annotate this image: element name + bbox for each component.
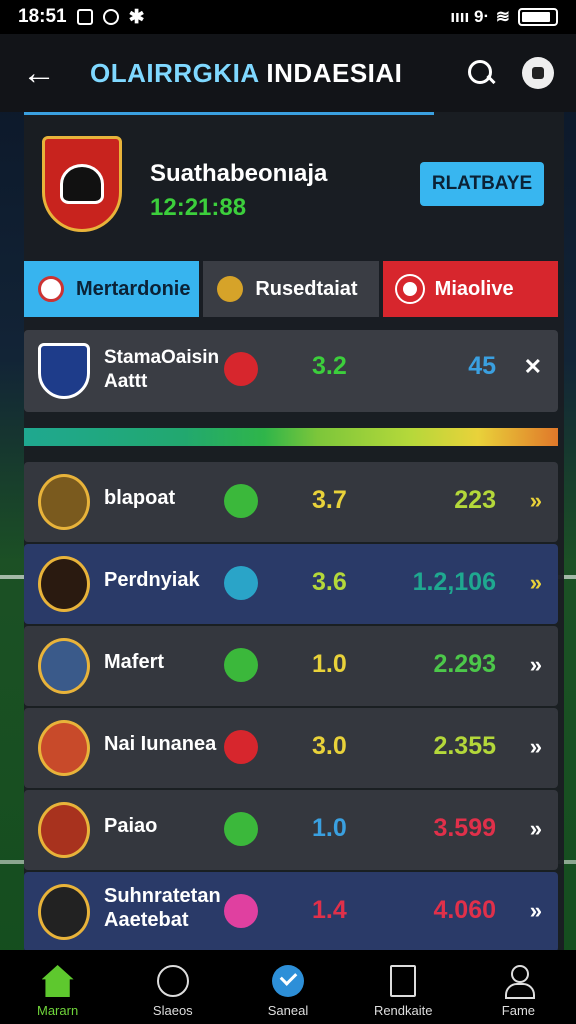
row-name: Perdnyiak <box>104 569 200 591</box>
match-time: 12:21:88 <box>150 194 247 221</box>
status-dot-icon <box>224 812 258 846</box>
status-time: 18:51 <box>18 6 67 27</box>
row-score: 1.0 <box>312 650 347 678</box>
tab-rusedtaiat[interactable]: Rusedtaiat <box>203 261 379 317</box>
row-name: Mafert <box>104 651 165 673</box>
panel-accent-line <box>24 112 434 115</box>
row-score: 1.0 <box>312 814 347 842</box>
status-dot-icon <box>224 566 258 600</box>
row-name: Nai Iunanea <box>104 733 217 755</box>
club-logo-icon <box>38 884 90 940</box>
tab-miaolive[interactable]: Miaolive <box>382 261 558 317</box>
close-icon[interactable]: ✕ <box>524 354 542 380</box>
club-logo-icon <box>38 720 90 776</box>
wifi-icon: ≋ <box>495 7 510 26</box>
club-logo-icon <box>38 802 90 858</box>
list-item[interactable]: Suhnratetan Aaetebat 1.4 4.060 » <box>24 872 558 952</box>
row-value: 3.599 <box>433 814 496 842</box>
row-score: 3.6 <box>312 568 347 596</box>
chevron-right-icon[interactable]: » <box>530 652 542 678</box>
nav-item-rendkaite[interactable]: Rendkaite <box>346 950 461 1024</box>
person-icon <box>502 965 536 999</box>
garuda-emblem-icon <box>60 164 104 204</box>
team-name: Suathabeonıaja <box>150 160 328 187</box>
row-score: 1.4 <box>312 896 347 924</box>
row-value: 2.293 <box>433 650 496 678</box>
bottom-nav: Mararn Slaeos Saneal Rendkaite Fame <box>0 950 576 1024</box>
app-bar: ← OLAIRRGKIA INDAESIAI <box>0 34 576 112</box>
club-logo-icon <box>38 638 90 694</box>
main-panel: Suathabeonıaja 12:21:88 RLATBAYE Mertard… <box>24 112 564 952</box>
row-value: 4.060 <box>433 896 496 924</box>
play-button[interactable]: RLATBAYE <box>420 162 544 206</box>
status-dot-icon <box>224 484 258 518</box>
chevron-right-icon[interactable]: » <box>530 570 542 596</box>
chevron-right-icon[interactable]: » <box>530 488 542 514</box>
club-shield-icon <box>38 343 90 399</box>
status-dot-icon <box>224 352 258 386</box>
list-item[interactable]: Perdnyiak 3.6 1.2,106 » <box>24 544 558 624</box>
live-icon <box>396 276 423 302</box>
document-icon <box>390 965 417 997</box>
row-score: 3.7 <box>312 486 347 514</box>
row-value: 1.2,106 <box>412 568 496 596</box>
bluetooth-icon: ✱ <box>128 6 145 28</box>
chevron-right-icon[interactable]: » <box>530 898 542 924</box>
back-arrow-icon[interactable]: ← <box>22 55 58 91</box>
badge-icon <box>38 276 64 302</box>
status-dot-icon <box>224 730 258 764</box>
nav-item-saneal[interactable]: Saneal <box>230 950 345 1024</box>
featured-name: StamaOaisin Aattt <box>104 347 220 392</box>
home-icon <box>41 965 74 997</box>
club-logo-icon <box>38 474 90 530</box>
row-value: 223 <box>454 486 496 514</box>
rating-gradient-bar <box>24 428 558 446</box>
list-item[interactable]: blapoat 3.7 223 » <box>24 462 558 542</box>
status-dot-icon <box>224 648 258 682</box>
featured-row[interactable]: StamaOaisin Aattt 3.2 45 ✕ <box>24 330 558 412</box>
row-name: Paiao <box>104 815 158 837</box>
row-name: blapoat <box>104 487 176 509</box>
status-dot-icon <box>224 894 258 928</box>
settings-icon <box>102 9 119 25</box>
battery-icon <box>518 8 558 26</box>
row-name: Suhnratetan Aaetebat <box>104 885 221 931</box>
list-item[interactable]: Nai Iunanea 3.0 2.355 » <box>24 708 558 788</box>
match-header: Suathabeonıaja 12:21:88 RLATBAYE <box>38 136 550 246</box>
search-icon[interactable] <box>466 58 496 88</box>
nav-item-fame[interactable]: Fame <box>461 950 576 1024</box>
app-title: OLAIRRGKIA INDAESIAI <box>90 57 403 88</box>
nav-item-slaeos[interactable]: Slaeos <box>115 950 230 1024</box>
chevron-right-icon[interactable]: » <box>530 734 542 760</box>
team-crest <box>42 136 122 232</box>
football-icon[interactable] <box>522 57 554 89</box>
notification-icon <box>76 9 93 25</box>
whistle-icon <box>156 965 189 997</box>
tab-mertardonie[interactable]: Mertardonie <box>24 261 200 317</box>
nav-item-mararn[interactable]: Mararn <box>0 950 115 1024</box>
status-bar: 18:51 ✱ ıııı 9ᐧ ≋ <box>0 0 576 34</box>
list-item[interactable]: Mafert 1.0 2.293 » <box>24 626 558 706</box>
signal-text: ıııı 9ᐧ <box>450 7 488 26</box>
check-icon <box>272 965 304 997</box>
featured-value: 45 <box>468 352 496 380</box>
coin-icon <box>217 276 244 302</box>
row-value: 2.355 <box>433 732 496 760</box>
chevron-right-icon[interactable]: » <box>530 816 542 842</box>
list-item[interactable]: Paiao 1.0 3.599 » <box>24 790 558 870</box>
tab-bar: Mertardonie Rusedtaiat Miaolive <box>24 261 558 317</box>
club-logo-icon <box>38 556 90 612</box>
featured-score: 3.2 <box>312 352 347 380</box>
row-score: 3.0 <box>312 732 347 760</box>
